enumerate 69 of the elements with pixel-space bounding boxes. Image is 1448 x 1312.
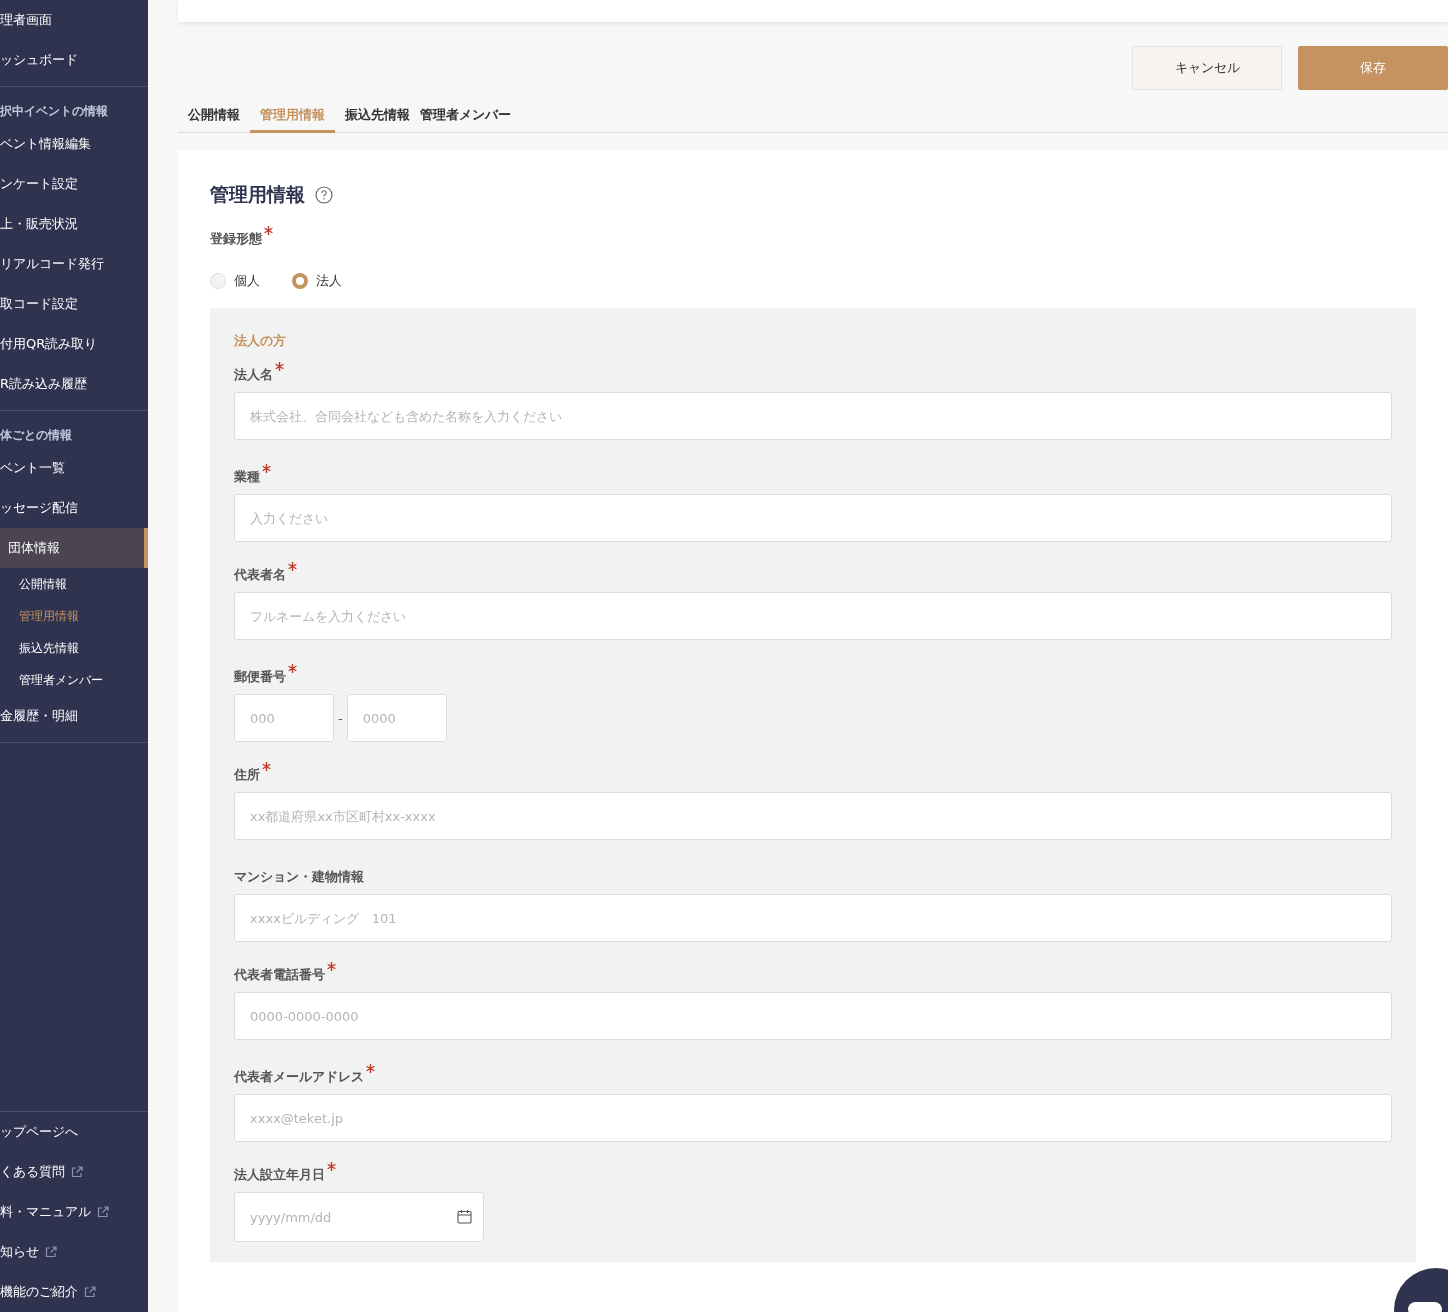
- asterisk-icon: [264, 226, 273, 235]
- calendar-icon[interactable]: [457, 1209, 472, 1224]
- sidebar-subitem[interactable]: 管理者メンバー: [0, 664, 148, 696]
- asterisk-icon: [366, 1064, 375, 1073]
- input-field[interactable]: xxxx@teket.jp: [234, 1094, 1392, 1142]
- sidebar-item[interactable]: 付用QR読み取り: [0, 324, 148, 364]
- input-field[interactable]: xx都道府県xx市区町村xx-xxxx: [234, 792, 1392, 840]
- input-field[interactable]: 0000: [346, 694, 447, 742]
- input-field[interactable]: フルネームを入力ください: [234, 592, 1392, 640]
- help-icon[interactable]: [315, 186, 333, 204]
- field-label: 住所: [234, 766, 260, 784]
- asterisk-icon: [327, 962, 336, 971]
- sidebar-item[interactable]: 取コード設定: [0, 284, 148, 324]
- sidebar-subitem[interactable]: 振込先情報: [0, 632, 148, 664]
- sidebar-item[interactable]: ベント一覧: [0, 448, 148, 488]
- sidebar-item[interactable]: 金履歴・明細: [0, 696, 148, 736]
- sidebar-heading: 択中イベントの情報: [0, 103, 109, 120]
- asterisk-icon: [288, 664, 297, 673]
- sidebar-heading: 体ごとの情報: [0, 427, 73, 444]
- asterisk-icon: [262, 464, 271, 473]
- sidebar-link[interactable]: くある質問: [0, 1152, 148, 1192]
- sidebar-link[interactable]: ップページへ: [0, 1112, 148, 1152]
- field-label: 郵便番号: [234, 668, 286, 686]
- field-label: 登録形態: [210, 230, 262, 248]
- asterisk-icon: [275, 362, 284, 371]
- field-label: 代表者メールアドレス: [234, 1068, 364, 1086]
- asterisk-icon: [327, 1162, 336, 1171]
- section-title: 法人の方: [234, 332, 287, 350]
- asterisk-icon: [262, 762, 271, 771]
- field-label: 代表者名: [234, 566, 286, 584]
- sidebar-item[interactable]: ベント情報編集: [0, 124, 148, 164]
- tab[interactable]: 公開情報: [188, 102, 240, 133]
- external-link-icon: [71, 1166, 83, 1178]
- radio-icon[interactable]: [292, 273, 308, 289]
- tab[interactable]: 振込先情報: [345, 102, 410, 133]
- field-label: 法人名: [234, 366, 273, 384]
- sidebar-item[interactable]: R読み込み履歴: [0, 364, 148, 404]
- sidebar-link[interactable]: 機能のご紹介: [0, 1272, 148, 1312]
- sidebar-item[interactable]: ッセージ配信: [0, 488, 148, 528]
- field-label: 代表者電話番号: [234, 966, 325, 984]
- radio-option[interactable]: 法人: [292, 272, 342, 290]
- sidebar-item[interactable]: リアルコード発行: [0, 244, 148, 284]
- sidebar-item[interactable]: 理者画面: [0, 0, 148, 40]
- external-link-icon: [45, 1246, 57, 1258]
- cancel-button[interactable]: キャンセル: [1132, 46, 1282, 90]
- asterisk-icon: [288, 562, 297, 571]
- sidebar-item[interactable]: ッシュボード: [0, 40, 148, 80]
- external-link-icon: [84, 1286, 96, 1298]
- sidebar-subitem[interactable]: 管理用情報: [0, 600, 148, 632]
- input-field[interactable]: 株式会社、合同会社なども含めた名称を入力ください: [234, 392, 1392, 440]
- date-field[interactable]: yyyy/mm/dd: [234, 1192, 484, 1242]
- input-field[interactable]: 0000-0000-0000: [234, 992, 1392, 1040]
- input-field[interactable]: 000: [234, 694, 334, 742]
- tab[interactable]: 管理者メンバー: [420, 102, 511, 133]
- sidebar-link[interactable]: 料・マニュアル: [0, 1192, 148, 1232]
- input-field[interactable]: xxxxビルディング 101: [234, 894, 1392, 942]
- external-link-icon: [97, 1206, 109, 1218]
- sidebar-item[interactable]: 団体情報: [0, 528, 148, 568]
- field-label: 業種: [234, 468, 260, 486]
- sidebar-link[interactable]: 知らせ: [0, 1232, 148, 1272]
- sidebar-item[interactable]: 上・販売状況: [0, 204, 148, 244]
- input-field[interactable]: 入力ください: [234, 494, 1392, 542]
- separator-text: -: [338, 710, 343, 726]
- radio-option[interactable]: 個人: [210, 272, 260, 290]
- field-label: 法人設立年月日: [234, 1166, 325, 1184]
- field-label: マンション・建物情報: [234, 868, 364, 886]
- form-title: 管理用情報: [210, 182, 305, 207]
- sidebar-subitem[interactable]: 公開情報: [0, 568, 148, 600]
- sidebar-item[interactable]: ンケート設定: [0, 164, 148, 204]
